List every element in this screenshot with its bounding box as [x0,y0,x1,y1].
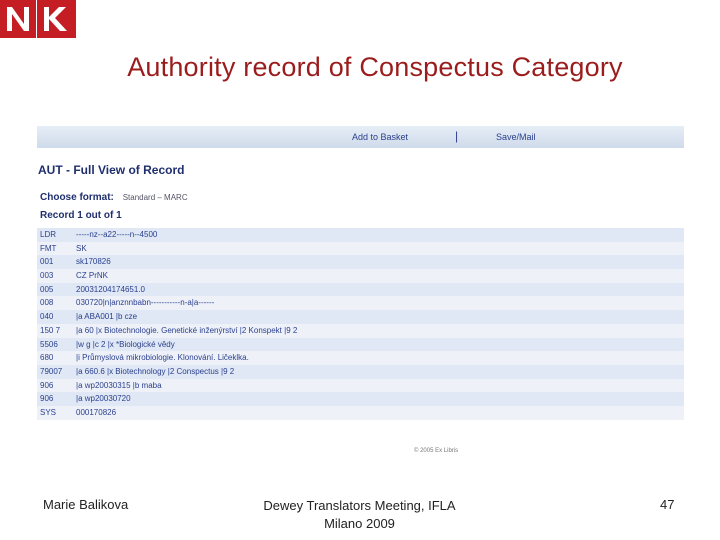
footer-event: Dewey Translators Meeting, IFLA Milano 2… [232,497,487,533]
field-tag: 008 [40,298,54,308]
field-value: |a 60 |x Biotechnologie. Genetické inžen… [76,325,298,335]
field-value: sk170826 [76,257,111,267]
table-row: FMT SK [37,241,684,256]
record-screenshot: Add to Basket | Save/Mail AUT - Full Vie… [37,126,684,466]
field-tag: 79007 [40,366,63,376]
field-tag: LDR [40,230,57,239]
field-tag: 150 7 [40,325,61,335]
field-value: |i Průmyslová mikrobiologie. Klonování. … [76,353,249,363]
field-value: CZ PrNK [76,271,108,281]
toolbar-separator: | [455,129,459,143]
toolbar: Add to Basket | Save/Mail [37,126,684,148]
slide-title: Authority record of Conspectus Category [127,52,623,82]
field-value: SK [76,243,87,253]
field-tag: SYS [40,407,57,417]
nk-logo [0,0,76,38]
table-row: 040 |a ABA001 |b cze [37,310,684,324]
record-table: LDR -----nz--a22-----n--4500 FMT SK 001 sk1… [37,228,684,420]
page-number: 47 [660,497,675,512]
field-value: 20031204174651.0 [76,284,145,294]
field-tag: 906 [40,394,54,404]
save-mail-link[interactable]: Save/Mail [496,132,536,142]
table-row: SYS 000170826 [37,405,684,420]
field-value: 030720|n|anznnbabn-----------n-a|a------ [76,298,215,308]
table-row: LDR -----nz--a22-----n--4500 [37,228,684,242]
table-row: 003 CZ PrNK [37,269,684,283]
record-heading: AUT - Full View of Record [38,163,185,177]
table-row: 906 |a wp20030315 |b maba [37,378,684,393]
field-tag: 005 [40,284,54,294]
format-chooser: Choose format: Standard – MARC [40,192,188,203]
footer-event-line2: Milano 2009 [324,516,395,531]
table-row: 001 sk170826 [37,255,684,270]
field-value: 000170826 [76,407,117,417]
footer-event-line1: Dewey Translators Meeting, IFLA [263,498,456,513]
field-tag: 003 [40,271,54,281]
field-tag: 5506 [40,339,58,349]
field-tag: 680 [40,353,54,363]
field-value: |a ABA001 |b cze [76,312,138,322]
field-value: |a 660.6 |x Biotechnology |2 Conspectus … [76,366,235,376]
field-value: |a wp20030315 |b maba [76,380,162,390]
table-row: 005 20031204174651.0 [37,282,684,297]
table-row: 150 7 |a 60 |x Biotechnologie. Genetické … [37,323,684,338]
field-value: -----nz--a22-----n--4500 [76,230,158,239]
field-tag: FMT [40,243,57,253]
field-tag: 040 [40,312,54,322]
table-row: 008 030720|n|anznnbabn-----------n-a|a---… [37,296,684,311]
field-value: |a wp20030720 [76,394,131,404]
field-value: |w g |c 2 |x *Biologické vědy [76,339,175,349]
footer-author: Marie Balikova [43,497,129,512]
format-options-link[interactable]: Standard – MARC [123,193,188,202]
field-tag: 906 [40,380,54,390]
choose-format-label: Choose format: [40,192,114,203]
table-row: 5506 |w g |c 2 |x *Biologické vědy [37,337,684,352]
table-row: 680 |i Průmyslová mikrobiologie. Klonován… [37,351,684,365]
field-tag: 001 [40,257,54,267]
add-to-basket-link[interactable]: Add to Basket [352,132,408,142]
copyright-notice: © 2005 Ex Libris [414,448,459,454]
record-count: Record 1 out of 1 [40,210,122,221]
table-row: 906 |a wp20030720 [37,392,684,406]
table-row: 79007 |a 660.6 |x Biotechnology |2 Conspe… [37,364,684,379]
